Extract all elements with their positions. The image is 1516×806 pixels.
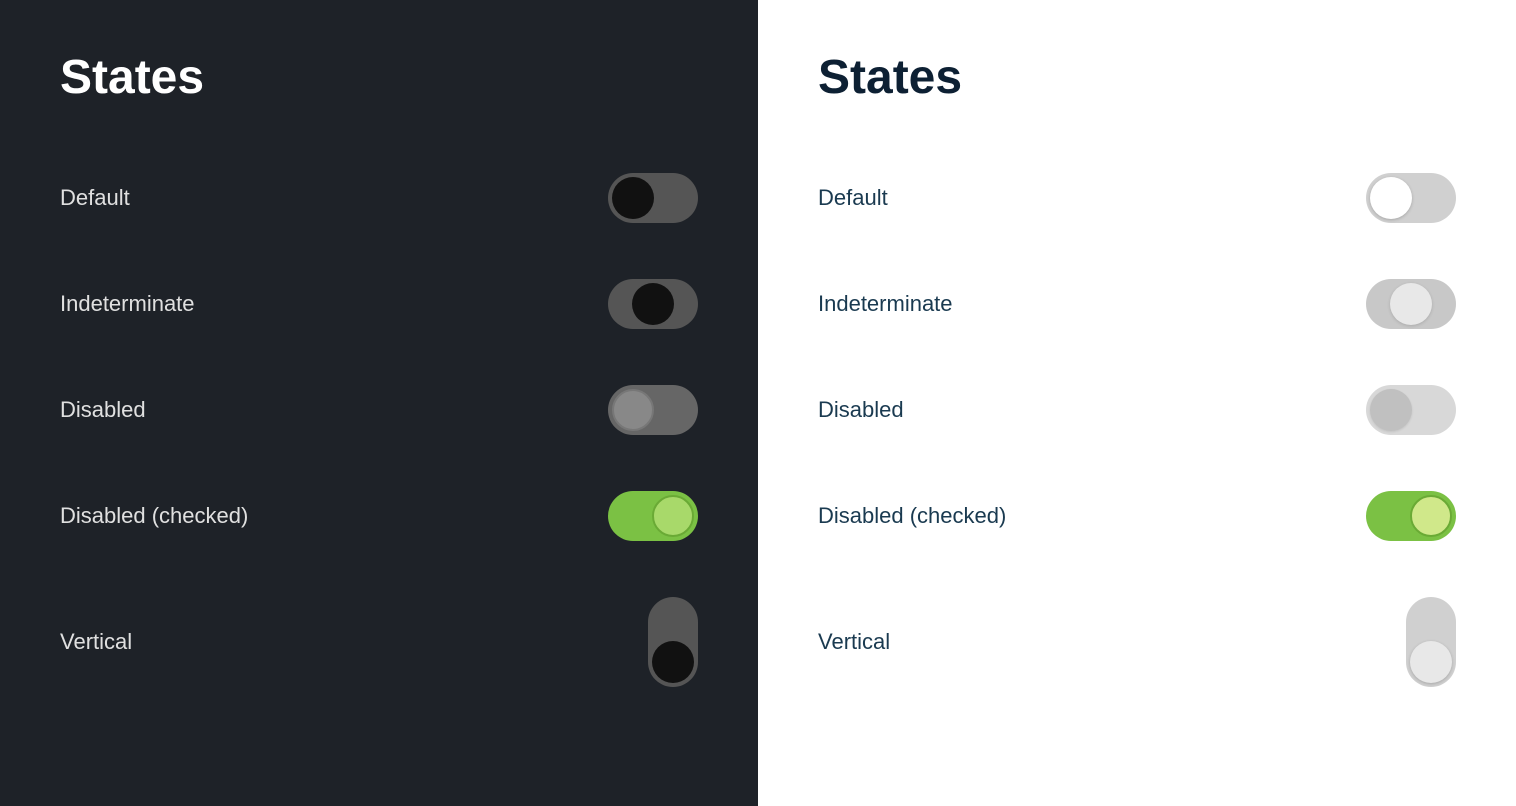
- light-states-list: Default Indeterminate: [818, 145, 1456, 715]
- dark-toggle-indeterminate-track: [608, 279, 698, 329]
- light-toggle-disabled-checked-wrap: [1366, 491, 1456, 541]
- light-row-indeterminate: Indeterminate: [818, 251, 1456, 357]
- dark-row-default: Default: [60, 145, 698, 251]
- light-label-vertical: Vertical: [818, 629, 890, 655]
- light-toggle-disabled-checked: [1366, 491, 1456, 541]
- dark-toggle-vertical-track: [648, 597, 698, 687]
- dark-toggle-vertical-thumb: [652, 641, 694, 683]
- light-toggle-indeterminate-track: [1366, 279, 1456, 329]
- light-toggle-vertical[interactable]: [1406, 597, 1456, 687]
- dark-toggle-disabled-checked-wrap: [608, 491, 698, 541]
- light-toggle-indeterminate-wrap: [1366, 279, 1456, 329]
- dark-toggle-default-wrap: [608, 173, 698, 223]
- light-toggle-disabled-thumb: [1370, 389, 1412, 431]
- dark-row-indeterminate: Indeterminate: [60, 251, 698, 357]
- dark-toggle-disabled: [608, 385, 698, 435]
- light-panel: States Default Indeterminate: [758, 0, 1516, 806]
- dark-panel-title: States: [60, 50, 698, 105]
- dark-toggle-disabled-checked: [608, 491, 698, 541]
- dark-toggle-disabled-track: [608, 385, 698, 435]
- dark-toggle-indeterminate-wrap: [608, 279, 698, 329]
- light-toggle-disabled: [1366, 385, 1456, 435]
- dark-toggle-vertical[interactable]: [648, 597, 698, 687]
- light-row-vertical: Vertical: [818, 569, 1456, 715]
- dark-label-disabled: Disabled: [60, 397, 146, 423]
- dark-toggle-disabled-checked-thumb: [652, 495, 694, 537]
- light-toggle-disabled-checked-track: [1366, 491, 1456, 541]
- dark-row-vertical: Vertical: [60, 569, 698, 715]
- light-toggle-vertical-wrap: [1406, 597, 1456, 687]
- dark-label-disabled-checked: Disabled (checked): [60, 503, 248, 529]
- light-toggle-vertical-track: [1406, 597, 1456, 687]
- light-toggle-indeterminate-thumb: [1390, 283, 1432, 325]
- light-toggle-disabled-checked-thumb: [1410, 495, 1452, 537]
- light-toggle-indeterminate[interactable]: [1366, 279, 1456, 329]
- dark-panel: States Default Indeterminate: [0, 0, 758, 806]
- light-toggle-default[interactable]: [1366, 173, 1456, 223]
- light-label-disabled: Disabled: [818, 397, 904, 423]
- light-toggle-vertical-thumb: [1410, 641, 1452, 683]
- dark-toggle-default[interactable]: [608, 173, 698, 223]
- light-label-indeterminate: Indeterminate: [818, 291, 953, 317]
- dark-toggle-disabled-checked-track: [608, 491, 698, 541]
- dark-toggle-indeterminate-thumb: [632, 283, 674, 325]
- light-toggle-default-wrap: [1366, 173, 1456, 223]
- light-row-default: Default: [818, 145, 1456, 251]
- light-toggle-disabled-wrap: [1366, 385, 1456, 435]
- dark-toggle-default-track: [608, 173, 698, 223]
- light-toggle-default-thumb: [1370, 177, 1412, 219]
- dark-toggle-default-thumb: [612, 177, 654, 219]
- dark-label-vertical: Vertical: [60, 629, 132, 655]
- dark-row-disabled-checked: Disabled (checked): [60, 463, 698, 569]
- light-toggle-default-track: [1366, 173, 1456, 223]
- light-row-disabled-checked: Disabled (checked): [818, 463, 1456, 569]
- dark-states-list: Default Indeterminate: [60, 145, 698, 715]
- dark-toggle-disabled-wrap: [608, 385, 698, 435]
- light-toggle-disabled-track: [1366, 385, 1456, 435]
- dark-toggle-disabled-thumb: [612, 389, 654, 431]
- light-label-default: Default: [818, 185, 888, 211]
- dark-row-disabled: Disabled: [60, 357, 698, 463]
- light-row-disabled: Disabled: [818, 357, 1456, 463]
- light-label-disabled-checked: Disabled (checked): [818, 503, 1006, 529]
- dark-toggle-vertical-wrap: [648, 597, 698, 687]
- dark-label-indeterminate: Indeterminate: [60, 291, 195, 317]
- light-panel-title: States: [818, 50, 1456, 105]
- dark-toggle-indeterminate[interactable]: [608, 279, 698, 329]
- dark-label-default: Default: [60, 185, 130, 211]
